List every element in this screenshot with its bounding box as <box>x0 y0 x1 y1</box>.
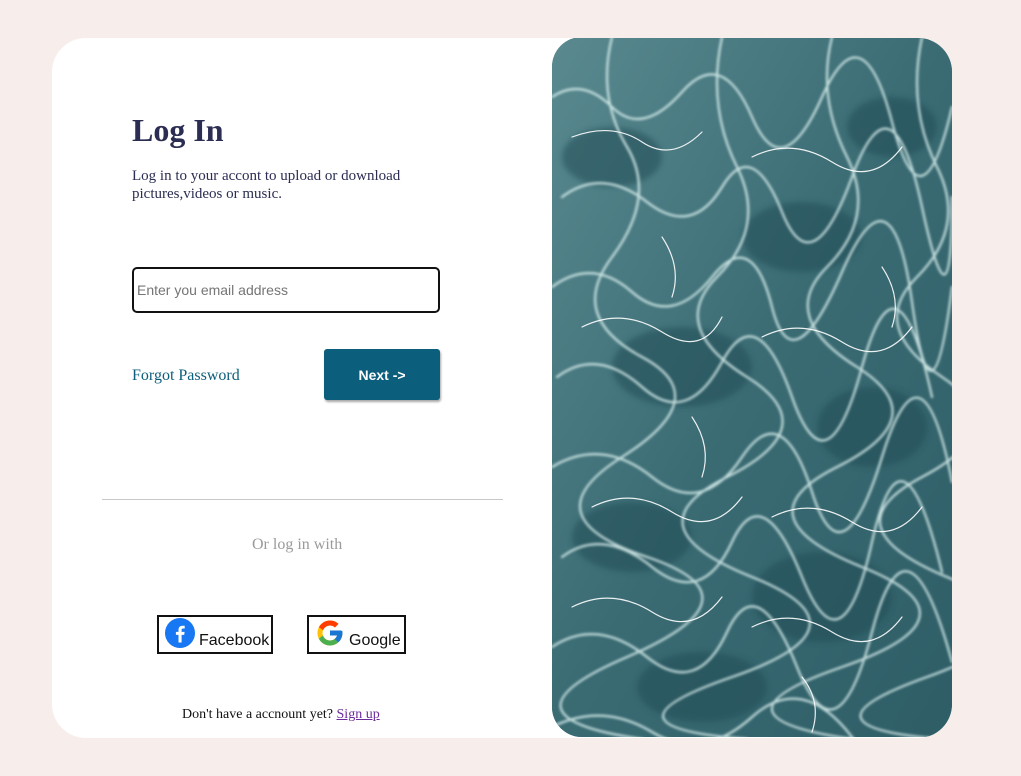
forgot-password-link[interactable]: Forgot Password <box>132 367 240 385</box>
or-login-with-label: Or log in with <box>252 536 343 553</box>
signup-row: Don't have a accnount yet? Sign up <box>182 707 380 723</box>
divider <box>102 499 503 500</box>
next-button[interactable]: Next -> <box>324 349 440 400</box>
page-title: Log In <box>132 112 224 148</box>
facebook-label: Facebook <box>199 632 270 649</box>
login-form-panel: Log In Log in to your accont to upload o… <box>52 38 552 738</box>
google-login-button[interactable]: Google <box>307 615 406 654</box>
facebook-login-button[interactable]: Facebook <box>157 615 273 654</box>
google-icon <box>315 618 345 648</box>
login-card: Log In Log in to your accont to upload o… <box>52 38 952 738</box>
facebook-icon <box>165 618 195 648</box>
email-input[interactable] <box>132 267 440 313</box>
page-subtitle: Log in to your accont to upload or downl… <box>132 168 401 202</box>
google-label: Google <box>349 632 401 649</box>
signup-link[interactable]: Sign up <box>337 707 380 722</box>
signup-prompt: Don't have a accnount yet? <box>182 707 334 722</box>
water-ripple-pool-image <box>552 38 952 737</box>
